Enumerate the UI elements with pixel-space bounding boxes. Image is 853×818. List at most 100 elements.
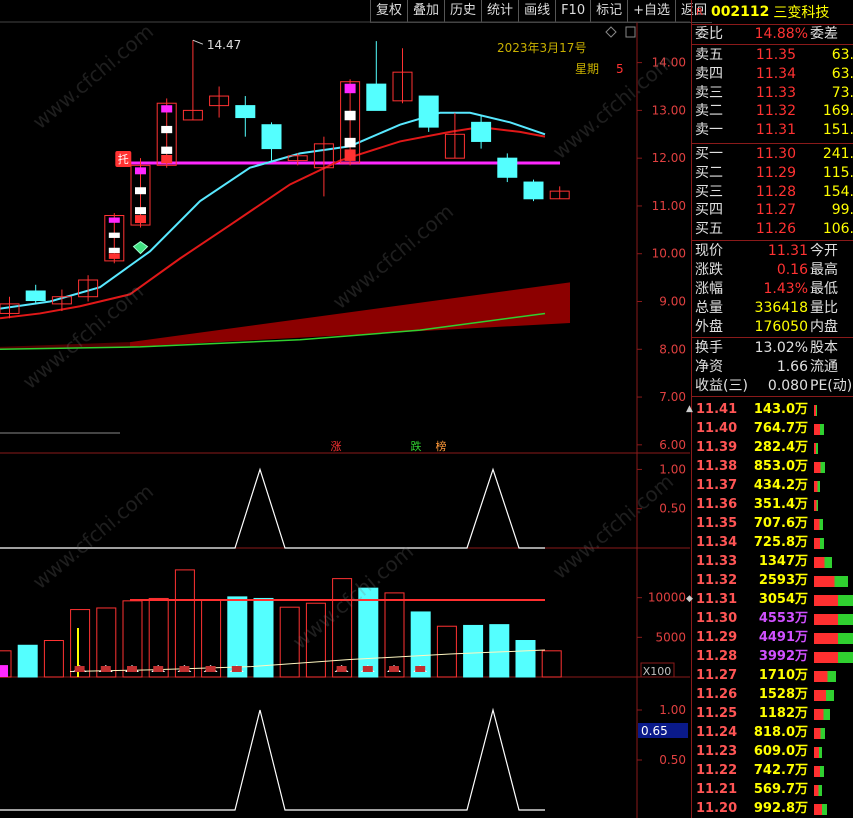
divider-weibi bbox=[692, 44, 853, 45]
price-axis-label: 7.00 bbox=[659, 390, 686, 404]
kline-chart[interactable]: 14.0013.0012.0011.0010.009.008.007.006.0… bbox=[0, 0, 690, 818]
tick-bar bbox=[814, 690, 834, 701]
quote-row-2-value: 1.43% bbox=[763, 281, 808, 297]
tick-row: 11.29 4491万 bbox=[692, 628, 853, 647]
vol-axis-label: 5000 bbox=[655, 630, 686, 644]
tick-price: 11.30 bbox=[696, 611, 738, 626]
tick-row: 11.32 2593万 bbox=[692, 571, 853, 590]
tuo-label: 托 bbox=[118, 152, 129, 166]
bid-row-4: 买五 11.26 106. bbox=[692, 220, 853, 239]
tick-bar bbox=[814, 652, 853, 663]
tick-row: 11.40 764.7万 bbox=[692, 419, 853, 438]
signal-block bbox=[344, 149, 356, 161]
signal-block bbox=[161, 105, 173, 113]
tick-row: 11.21 569.7万 bbox=[692, 780, 853, 799]
house-icon bbox=[362, 666, 373, 672]
signal-block bbox=[344, 137, 356, 148]
bid-row-3-label: 买四 bbox=[695, 202, 723, 219]
watermark: www.cfchi.com bbox=[28, 19, 158, 134]
bid-row-2-label: 买三 bbox=[695, 183, 723, 200]
vol-axis-label: 10000 bbox=[648, 591, 686, 605]
tick-price: 11.37 bbox=[696, 478, 738, 493]
quote-row-0-label2: 今开 bbox=[810, 243, 838, 259]
scroll-up-icon[interactable] bbox=[625, 26, 636, 38]
ask-row-2: 卖三 11.33 73. bbox=[692, 84, 853, 103]
tick-bar bbox=[814, 538, 824, 549]
bid-row-4-value: 11.26 bbox=[755, 221, 796, 238]
quote-row-0: 现价 11.31 今开 bbox=[692, 242, 853, 261]
candle-body[interactable] bbox=[497, 157, 518, 178]
fin-row-1: 净资 1.66 流通 bbox=[692, 358, 853, 377]
ask-row-0-value: 11.35 bbox=[755, 47, 796, 63]
candle-body[interactable] bbox=[471, 121, 492, 142]
weibi-row-label: 委比 bbox=[695, 26, 723, 42]
candle-body[interactable] bbox=[235, 105, 256, 119]
tick-price: 11.29 bbox=[696, 630, 738, 645]
tick-bar bbox=[814, 405, 817, 416]
tick-volume: 818.0万 bbox=[753, 725, 808, 740]
tick-volume: 4491万 bbox=[758, 630, 808, 645]
house-icon bbox=[179, 666, 190, 672]
tick-volume: 1182万 bbox=[758, 706, 808, 721]
tick-price: 11.36 bbox=[696, 497, 738, 512]
tick-volume: 1347万 bbox=[758, 554, 808, 569]
tick-row: 11.27 1710万 bbox=[692, 666, 853, 685]
candle-body[interactable] bbox=[366, 83, 387, 111]
stock-code: 002112 bbox=[710, 4, 770, 20]
tick-volume: 992.8万 bbox=[753, 801, 808, 816]
tick-bar bbox=[814, 728, 825, 739]
tick-volume: 764.7万 bbox=[753, 421, 808, 436]
quote-row-4: 外盘 176050 内盘 bbox=[692, 318, 853, 337]
tick-volume: 1710万 bbox=[758, 668, 808, 683]
quote-row-3-label: 总量 bbox=[695, 300, 723, 316]
ask-row-4: 卖一 11.31 151. bbox=[692, 121, 853, 140]
candle-body[interactable] bbox=[261, 124, 282, 150]
quote-row-1-value: 0.16 bbox=[776, 262, 808, 278]
zhang-label: 涨 bbox=[331, 440, 342, 453]
price-axis-label: 10.00 bbox=[652, 247, 686, 261]
bid-row-4-label: 买五 bbox=[695, 221, 723, 238]
tick-price: 11.23 bbox=[696, 744, 738, 759]
signal-block bbox=[161, 125, 173, 134]
ma-red-line bbox=[0, 126, 546, 320]
ask-row-3-label: 卖二 bbox=[695, 103, 723, 120]
ask-volume: 151. bbox=[822, 122, 853, 139]
diamond-nav-icon[interactable] bbox=[605, 26, 617, 38]
signal-block bbox=[135, 167, 146, 175]
tick-volume: 4553万 bbox=[758, 611, 808, 626]
tick-price: 11.27 bbox=[696, 668, 738, 683]
tick-volume: 2593万 bbox=[758, 573, 808, 588]
tick-volume: 282.4万 bbox=[753, 440, 808, 455]
tick-bar bbox=[814, 633, 853, 644]
tick-marker-icon: ◆ bbox=[686, 594, 693, 604]
bid-row-1-value: 11.29 bbox=[755, 164, 796, 181]
tick-bar bbox=[814, 500, 819, 511]
stock-name: 三变科技 bbox=[773, 5, 830, 21]
tick-volume: 1528万 bbox=[758, 687, 808, 702]
tick-volume: 742.7万 bbox=[753, 763, 808, 778]
quote-row-4-label: 外盘 bbox=[695, 319, 723, 335]
weibi-row-label2: 委差 bbox=[810, 26, 838, 42]
candle-body[interactable] bbox=[523, 181, 544, 200]
ask-volume: 169. bbox=[822, 103, 853, 120]
tick-row: 11.28 3992万 bbox=[692, 647, 853, 666]
tick-price: 11.33 bbox=[696, 554, 738, 569]
price-axis-label: 9.00 bbox=[659, 295, 686, 309]
tick-price: 11.39 bbox=[696, 440, 738, 455]
candle-body[interactable] bbox=[25, 290, 46, 302]
tick-volume: 351.4万 bbox=[753, 497, 808, 512]
tick-row: 11.23 609.0万 bbox=[692, 742, 853, 761]
tick-volume: 609.0万 bbox=[753, 744, 808, 759]
watermark: www.cfchi.com bbox=[28, 479, 158, 594]
volume-bar bbox=[227, 596, 248, 678]
tick-bar bbox=[814, 614, 853, 625]
fin-row-0: 换手 13.02% 股本 bbox=[692, 339, 853, 358]
quote-row-1: 涨跌 0.16 最高 bbox=[692, 261, 853, 280]
candle-body[interactable] bbox=[418, 95, 439, 128]
quote-row-4-value: 176050 bbox=[754, 319, 808, 335]
ask-row-4-value: 11.31 bbox=[755, 122, 796, 139]
tick-price: 11.40 bbox=[696, 421, 738, 436]
tick-bar bbox=[814, 747, 822, 758]
tick-row: 11.35 707.6万 bbox=[692, 514, 853, 533]
weibi-row-value: 14.88% bbox=[754, 26, 808, 42]
